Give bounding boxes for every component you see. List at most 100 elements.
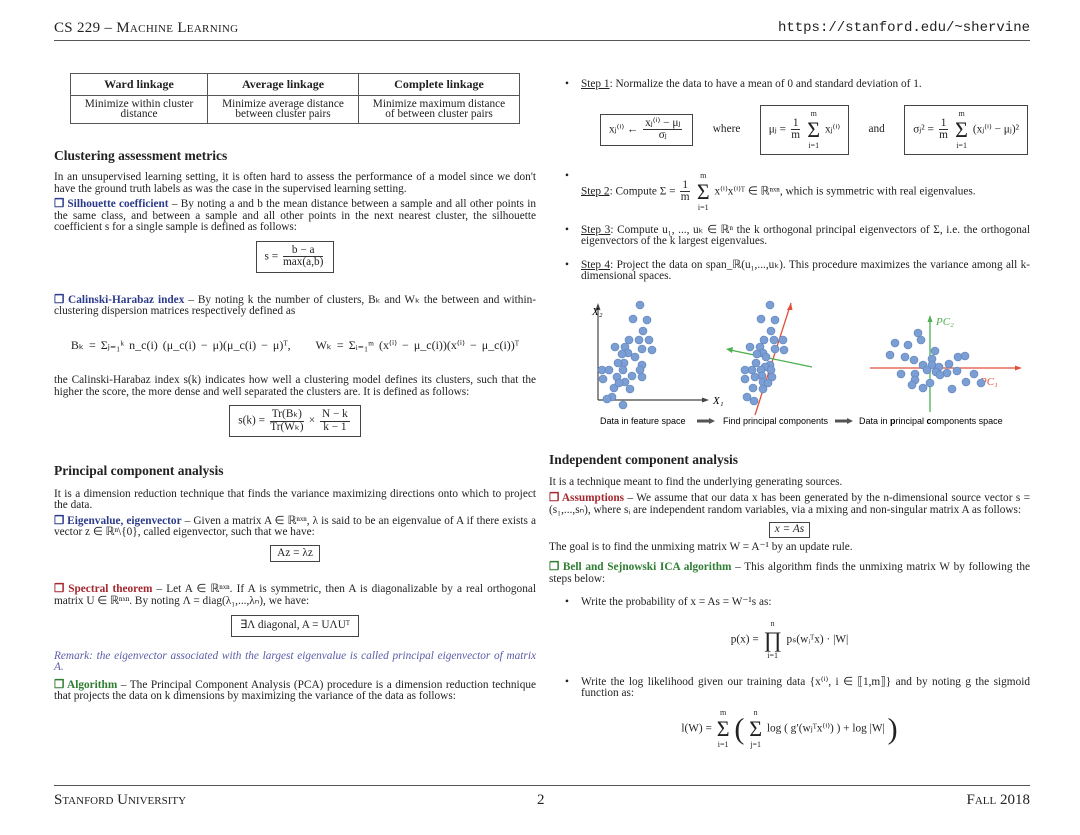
data-point bbox=[885, 350, 895, 360]
data-point bbox=[930, 346, 940, 356]
right-column: Step 1: Normalize the data to have a mea… bbox=[549, 78, 1031, 283]
section-title: Principal component analysis bbox=[54, 463, 224, 478]
data-point bbox=[953, 352, 963, 362]
formula-text: Tr(Bₖ) bbox=[269, 408, 304, 422]
data-point bbox=[642, 315, 652, 325]
data-point bbox=[613, 358, 623, 368]
page-header: CS 229 – Machine Learning https://stanfo… bbox=[54, 20, 1030, 41]
data-point bbox=[637, 344, 647, 354]
formula-text: l(W) = bbox=[681, 722, 712, 735]
formula-text: i=1 bbox=[956, 140, 967, 150]
data-point bbox=[952, 366, 962, 376]
step-label: Step 4 bbox=[581, 258, 611, 271]
step-label: Step 3 bbox=[581, 223, 611, 236]
formula-silhouette: s = b − a max(a,b) bbox=[54, 240, 536, 273]
data-point bbox=[944, 359, 954, 369]
data-point bbox=[922, 365, 932, 375]
footer-term: Fall 2018 bbox=[966, 792, 1030, 808]
formula-text: × bbox=[308, 414, 316, 427]
data-point bbox=[627, 371, 637, 381]
paragraph: In an unsupervised learning setting, it … bbox=[54, 171, 536, 195]
pc2-label: PC₂ bbox=[935, 316, 954, 328]
caption-pc-space: Data in principal components space bbox=[859, 416, 1003, 426]
data-point bbox=[918, 383, 928, 393]
pc1-arrow-icon bbox=[787, 303, 793, 310]
data-point bbox=[769, 335, 779, 345]
data-point bbox=[935, 370, 945, 380]
formula-spectral: ∃Λ diagonal, A = UΛUᵀ bbox=[54, 615, 536, 637]
data-point bbox=[969, 369, 979, 379]
page-number: 2 bbox=[537, 792, 545, 808]
formula-text: pₛ(wᵢᵀx) · |W| bbox=[786, 633, 849, 646]
data-point bbox=[625, 384, 635, 394]
formula-mixing: x = As bbox=[549, 522, 1030, 538]
paragraph: The goal is to find the unmixing matrix … bbox=[549, 540, 853, 553]
data-point bbox=[779, 345, 789, 355]
formula-text: Wₖ = Σᵢ₌₁ᵐ (x⁽ⁱ⁾ − μ_c(i))(x⁽ⁱ⁾ − μ_c(i)… bbox=[315, 337, 520, 352]
step-text: : Normalize the data to have a mean of 0… bbox=[609, 78, 922, 90]
step-text: : Compute Σ = bbox=[609, 185, 679, 198]
data-point bbox=[763, 378, 773, 388]
data-point bbox=[634, 335, 644, 345]
step-text: x⁽ⁱ⁾x⁽ⁱ⁾ᵀ ∈ ℝⁿˣⁿ, which is symmetric wit… bbox=[711, 185, 976, 198]
data-point bbox=[618, 400, 628, 410]
table-row: Minimize within cluster distance Minimiz… bbox=[70, 94, 520, 124]
pc1-axis-arrow-icon bbox=[1015, 365, 1022, 371]
formula-text: σⱼ² = bbox=[913, 123, 934, 136]
formula-text: σⱼ bbox=[658, 129, 667, 141]
formula-normalize: xⱼ⁽ⁱ⁾ ← xⱼ⁽ⁱ⁾ − μⱼ σⱼ bbox=[600, 113, 694, 146]
definition-text: – The Principal Component Analysis (PCA)… bbox=[54, 678, 536, 702]
header-url[interactable]: https://stanford.edu/~shervine bbox=[778, 20, 1030, 36]
step-label: Step 2 bbox=[581, 185, 610, 198]
formula-bk-wk: Bₖ = Σⱼ₌₁ᵏ n_c(i) (μ_c(i) − μ)(μ_c(i) − … bbox=[54, 337, 536, 352]
formula-text: and bbox=[868, 122, 885, 135]
data-point bbox=[925, 378, 935, 388]
data-point bbox=[907, 380, 917, 390]
formula-text: p(x) = bbox=[730, 633, 759, 646]
data-point bbox=[896, 369, 906, 379]
caption-find-pc: Find principal components bbox=[723, 416, 829, 426]
step-text: : Project the data on span_ℝ(u₁,...,uₖ).… bbox=[581, 258, 1030, 282]
list-item: Write the log likelihood given our train… bbox=[549, 676, 1030, 700]
formula-variance: σⱼ² = 1m m Σi=1 (xⱼ⁽ⁱ⁾ − μⱼ)² bbox=[904, 104, 1028, 155]
linkage-table: Ward linkage Average linkage Complete li… bbox=[70, 73, 520, 124]
formula-text: s(k) = bbox=[238, 414, 265, 427]
formula-text: (xⱼ⁽ⁱ⁾ − μⱼ)² bbox=[972, 123, 1019, 136]
course-title: CS 229 – Machine Learning bbox=[54, 20, 239, 36]
paragraph: ❒ Algorithm – The Principal Component An… bbox=[54, 678, 536, 703]
footer-university: Stanford University bbox=[54, 792, 187, 808]
formula-log-likelihood: l(W) = m Σi=1 ( n Σj=1 log ( g′(wⱼᵀx⁽ⁱ⁾) )… bbox=[681, 707, 898, 749]
formula-text: i=1 bbox=[808, 140, 820, 150]
data-point bbox=[903, 340, 913, 350]
data-point bbox=[916, 335, 926, 345]
step-item: Step 4: Project the data on span_ℝ(u₁,..… bbox=[549, 258, 1030, 283]
formula-text: m bbox=[939, 129, 948, 141]
formula-text: N − k bbox=[319, 408, 350, 422]
data-point bbox=[742, 392, 752, 402]
formula-probability: p(x) = n ∏ i=1 pₛ(wᵢᵀx) · |W| bbox=[549, 619, 1030, 661]
data-point bbox=[750, 372, 760, 382]
data-point bbox=[748, 383, 758, 393]
left-column: Ward linkage Average linkage Complete li… bbox=[54, 73, 536, 703]
data-point bbox=[617, 349, 627, 359]
section-title: Independent component analysis bbox=[549, 452, 739, 467]
formula-text: ∏ bbox=[763, 626, 782, 652]
data-point bbox=[745, 342, 755, 352]
formula-text: xⱼ⁽ⁱ⁾ ← bbox=[609, 123, 639, 136]
pca-figure: X₂ X₁ PC₂ PC₁ Data in feature space Find… bbox=[591, 300, 1022, 426]
formula-text: Az = λz bbox=[270, 544, 320, 562]
arrow-icon bbox=[835, 418, 853, 424]
step-text: : Compute u₁, ..., uₖ ∈ ℝⁿ the k orthogo… bbox=[581, 223, 1031, 247]
data-point bbox=[900, 352, 910, 362]
table-header: Average linkage bbox=[207, 73, 359, 96]
formula-calinski: s(k) = Tr(Bₖ) Tr(Wₖ) × N − kk − 1 bbox=[54, 405, 536, 437]
data-point bbox=[770, 344, 780, 354]
paragraph: the Calinski-Harabaz index s(k) indicate… bbox=[54, 374, 536, 398]
paragraph: ❒ Calinski-Harabaz index – By noting k t… bbox=[54, 294, 536, 318]
formula-text: μⱼ = bbox=[768, 123, 786, 136]
data-point bbox=[766, 326, 776, 336]
data-point bbox=[778, 335, 788, 345]
remark: Remark: the eigenvector associated with … bbox=[54, 649, 536, 673]
term-eigen: ❒ Eigenvalue, eigenvector bbox=[54, 514, 182, 527]
formula-text: m bbox=[680, 191, 690, 203]
